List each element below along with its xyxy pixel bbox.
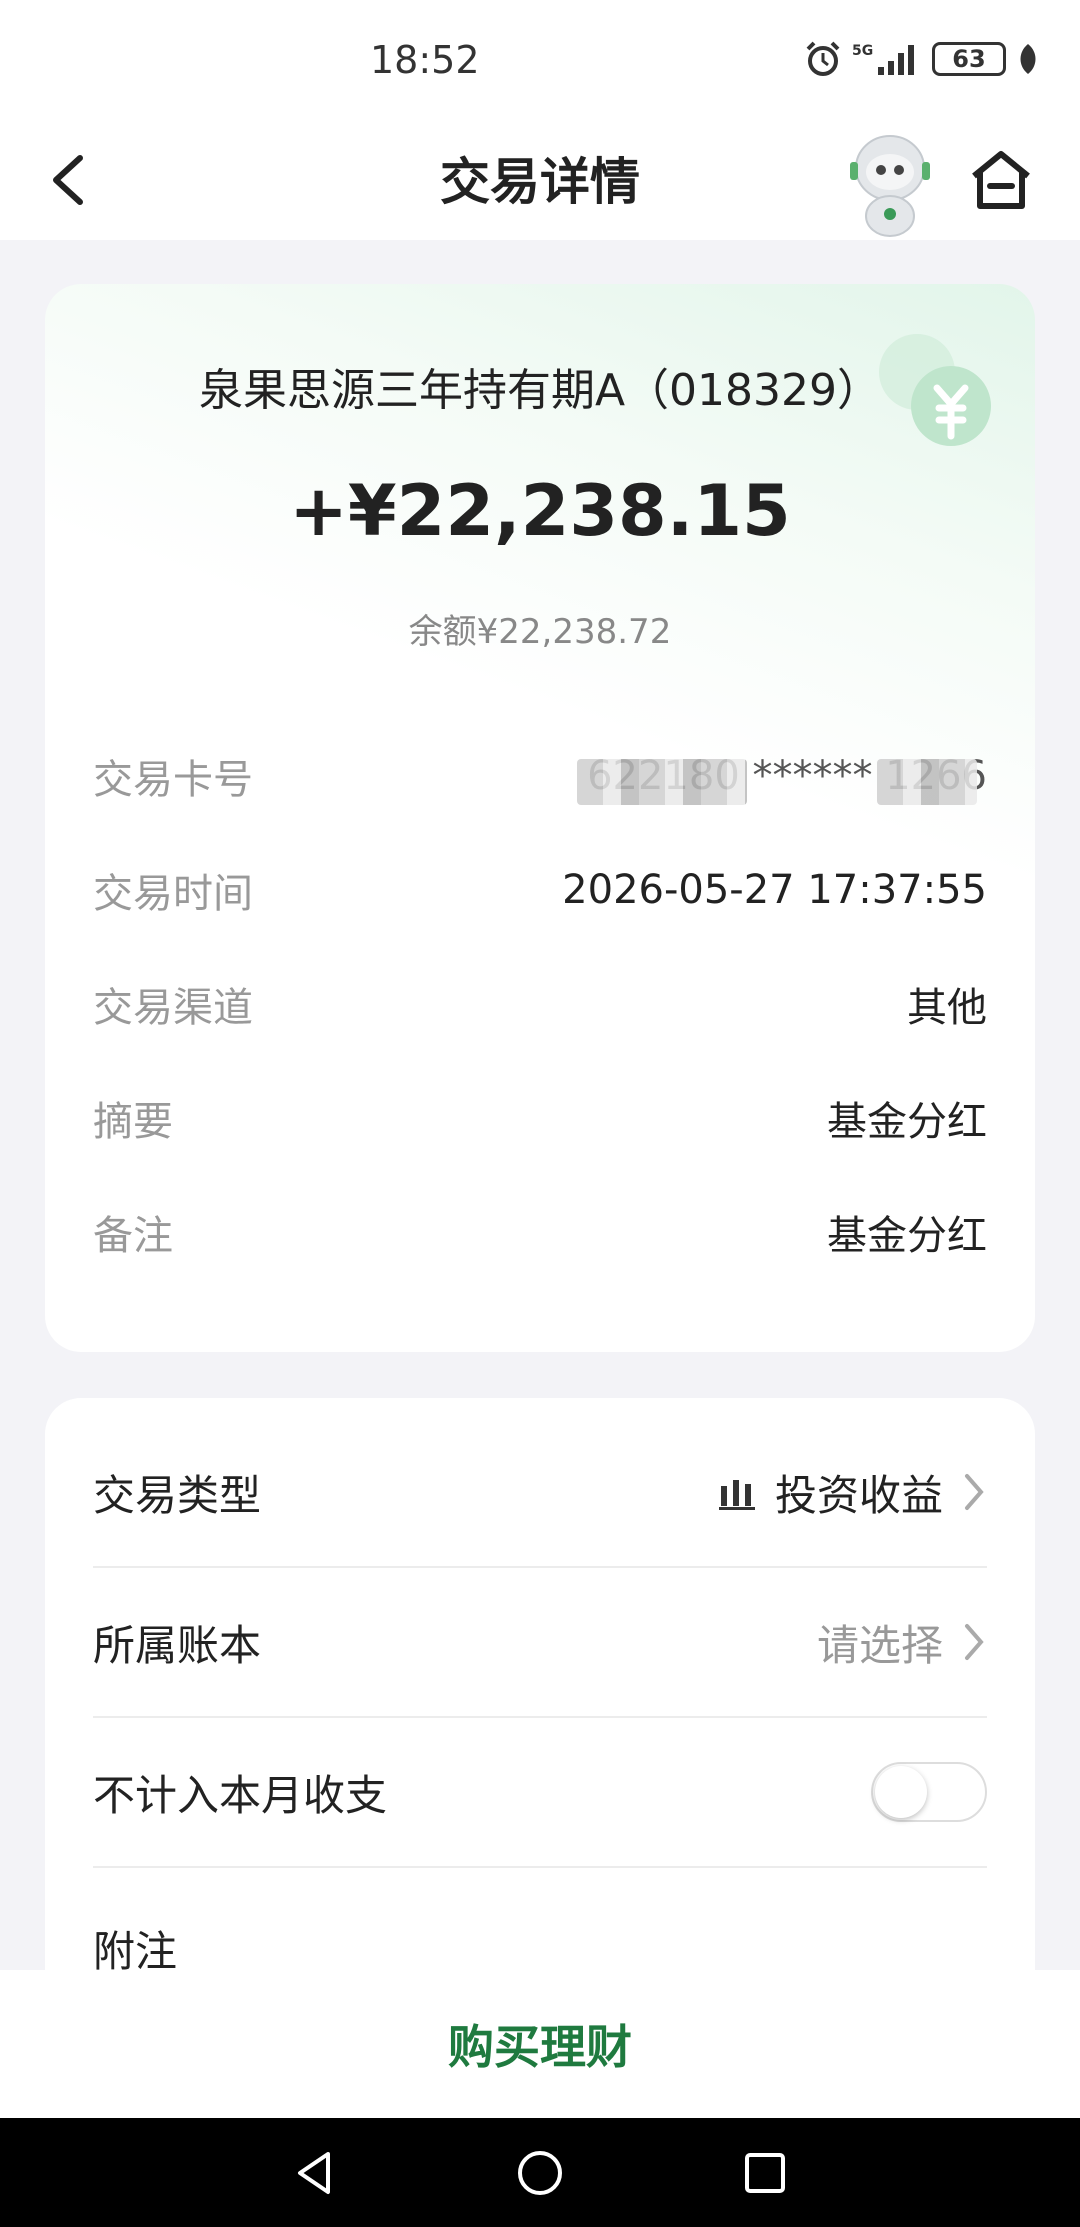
ledger-placeholder: 请选择 <box>816 1620 943 1670</box>
setting-right: 投资收益 <box>717 1462 987 1523</box>
detail-row-remark: 备注 基金分红 <box>93 1202 987 1262</box>
nav-recents-icon[interactable] <box>740 2148 790 2198</box>
transaction-amount: +¥22,238.15 <box>289 470 791 552</box>
setting-label: 不计入本月收支 <box>93 1770 388 1820</box>
detail-value: 基金分红 <box>827 1213 987 1259</box>
detail-label: 摘要 <box>93 1099 173 1145</box>
top-navigation-bar: 交易详情 <box>0 120 1080 240</box>
detail-row-channel: 交易渠道 其他 <box>93 974 987 1034</box>
leaf-icon <box>1020 44 1036 74</box>
setting-label: 交易类型 <box>93 1470 262 1520</box>
settings-card: 交易类型 投资收益 所属账本 请选择 不计入本月收支 附注 <box>45 1398 1035 2018</box>
detail-value: 2026-05-27 17:37:55 <box>562 867 987 913</box>
balance: 余额¥22,238.72 <box>408 612 672 652</box>
masked-card-number: 622180 ****** 1266 <box>577 753 987 805</box>
detail-value: 其他 <box>907 985 987 1031</box>
detail-value: 基金分红 <box>827 1099 987 1145</box>
blur-mask <box>877 759 978 805</box>
alarm-icon <box>806 41 840 76</box>
detail-row-time: 交易时间 2026-05-27 17:37:55 <box>93 860 987 920</box>
svg-text:5G: 5G <box>852 43 873 59</box>
detail-label: 备注 <box>93 1213 173 1259</box>
detail-label: 交易卡号 <box>93 757 253 803</box>
exclude-month-toggle[interactable] <box>871 1762 987 1822</box>
toggle-knob <box>875 1766 927 1818</box>
setting-label: 所属账本 <box>93 1620 262 1670</box>
fund-name: 泉果思源三年持有期A（018329） <box>198 365 882 416</box>
bottom-action-bar: 购买理财 <box>0 1970 1080 2118</box>
ledger-row[interactable]: 所属账本 请选择 <box>93 1568 987 1718</box>
bar-chart-icon <box>718 1480 755 1510</box>
system-navigation-bar <box>0 2118 1080 2227</box>
status-time: 18:52 <box>370 38 480 82</box>
nav-back-icon[interactable] <box>290 2148 340 2198</box>
exclude-month-row: 不计入本月收支 <box>93 1718 987 1868</box>
status-bar: 18:52 5G 63 <box>0 0 1080 120</box>
home-icon[interactable] <box>968 146 1034 212</box>
blur-mask <box>577 759 748 805</box>
nav-home-icon[interactable] <box>515 2148 565 2198</box>
robot-assistant-icon[interactable] <box>840 128 940 240</box>
transaction-type-value: 投资收益 <box>774 1470 943 1520</box>
status-icons: 5G 63 <box>804 40 1040 78</box>
detail-row-summary: 摘要 基金分红 <box>93 1088 987 1148</box>
setting-right: 请选择 <box>817 1612 987 1673</box>
detail-label: 交易时间 <box>93 871 253 917</box>
chevron-right-icon <box>965 1474 984 1510</box>
detail-row-card-number: 交易卡号 622180 ****** 1266 <box>93 746 987 806</box>
buy-wealth-button[interactable]: 购买理财 <box>442 2010 638 2078</box>
transaction-type-row[interactable]: 交易类型 投资收益 <box>93 1418 987 1568</box>
detail-label: 交易渠道 <box>93 985 253 1031</box>
battery-indicator: 63 <box>932 42 1006 76</box>
transaction-card: 泉果思源三年持有期A（018329） +¥22,238.15 余额¥22,238… <box>45 284 1035 1352</box>
chevron-right-icon <box>965 1624 984 1660</box>
signal-5g-icon: 5G <box>852 43 914 75</box>
